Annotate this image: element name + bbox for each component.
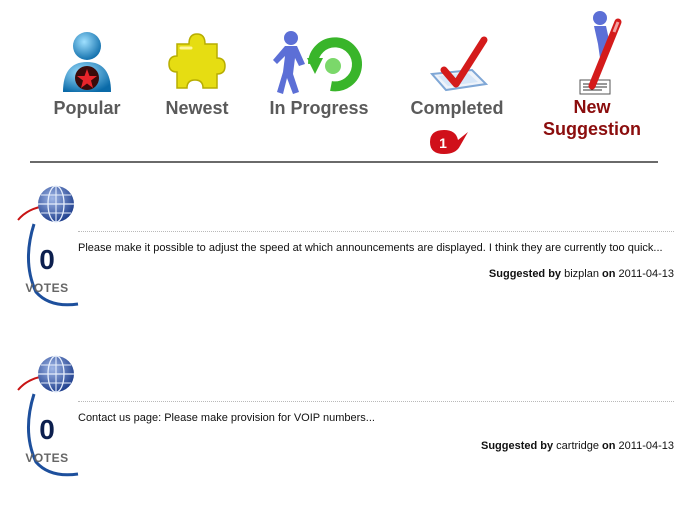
suggestion-text[interactable]: Please make it possible to adjust the sp… [78, 242, 678, 254]
suggestion-date: 2011-04-13 [618, 268, 674, 280]
on-label: on [602, 268, 616, 280]
nav-completed-label: Completed [410, 98, 504, 118]
writing-person-icon [579, 11, 622, 95]
on-label: on [602, 440, 616, 452]
vote-box[interactable]: 0 VOTES [22, 392, 79, 478]
suggested-by-label: Suggested by [480, 440, 554, 452]
suggested-by-label: Suggested by [488, 268, 562, 280]
nav-popular[interactable]: Popular [44, 28, 130, 119]
vote-count: 0 [39, 414, 55, 445]
suggestion-item: 0 VOTES Contact us page: Please make pro… [0, 352, 698, 482]
author-link[interactable]: cartridge [556, 440, 599, 452]
completed-count: 1 [439, 135, 447, 151]
user-star-icon [63, 32, 111, 92]
checkmark-icon [429, 36, 489, 92]
header-divider [30, 161, 658, 163]
suggestion-meta: Suggested by bizplan on 2011-04-13 [489, 268, 674, 280]
nav-new-suggestion[interactable]: New Suggestion [534, 8, 650, 140]
new-suggestion-line1: New [573, 97, 611, 117]
refresh-person-icon [273, 31, 362, 94]
suggestion-item: 0 VOTES Please make it possible to adjus… [0, 182, 698, 312]
vote-box[interactable]: 0 VOTES [22, 222, 79, 308]
nav-newest[interactable]: Newest [158, 28, 236, 119]
vote-label: VOTES [25, 451, 69, 465]
nav-newest-label: Newest [165, 98, 229, 118]
dotted-divider [78, 231, 674, 232]
nav-in-progress-label: In Progress [269, 98, 369, 118]
suggestion-meta: Suggested by cartridge on 2011-04-13 [481, 440, 674, 452]
nav-completed[interactable]: Completed [402, 34, 512, 119]
author-link[interactable]: bizplan [564, 268, 599, 280]
nav-in-progress[interactable]: In Progress [262, 28, 376, 119]
puzzle-icon [168, 33, 226, 89]
nav-popular-label: Popular [53, 98, 121, 118]
suggestion-date: 2011-04-13 [618, 440, 674, 452]
vote-count: 0 [39, 244, 55, 275]
completed-count-badge: 1 [426, 124, 470, 163]
vote-label: VOTES [25, 281, 69, 295]
suggestion-text[interactable]: Contact us page: Please make provision f… [78, 412, 678, 424]
dotted-divider [78, 401, 674, 402]
new-suggestion-line2: Suggestion [543, 119, 641, 139]
